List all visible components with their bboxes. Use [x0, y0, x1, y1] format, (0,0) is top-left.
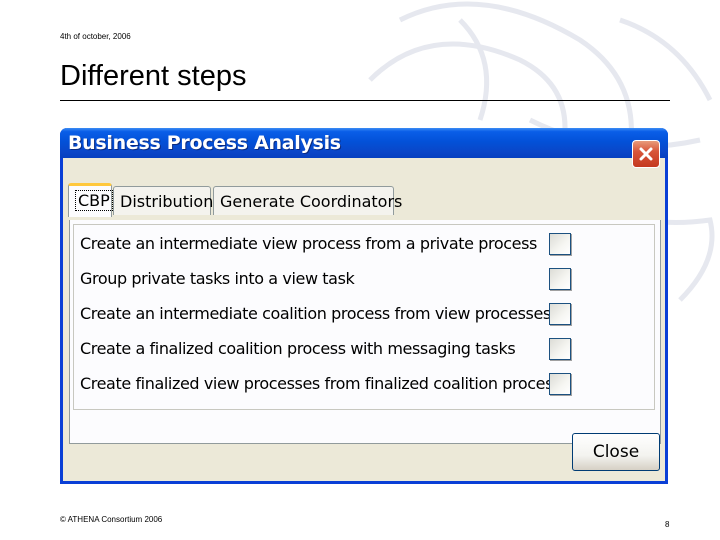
tab-label: Generate Coordinators: [220, 192, 403, 211]
option-label: Create a finalized coalition process wit…: [80, 339, 516, 358]
option-row: Create an intermediate view process from…: [80, 231, 640, 259]
tab-cbp[interactable]: CBP: [68, 183, 113, 217]
option-row: Create an intermediate coalition process…: [80, 301, 640, 329]
close-button[interactable]: Close: [572, 433, 660, 471]
option-label: Create finalized view processes from fin…: [80, 374, 561, 393]
option-label: Group private tasks into a view task: [80, 269, 355, 288]
options-group: Create an intermediate view process from…: [73, 224, 655, 410]
option-checkbox[interactable]: [549, 303, 571, 325]
page-number: 8: [665, 520, 670, 529]
option-label: Create an intermediate view process from…: [80, 234, 537, 253]
option-checkbox[interactable]: [549, 338, 571, 360]
dialog-content: CBP Distribution Generate Coordinators C…: [63, 158, 665, 481]
option-row: Create finalized view processes from fin…: [80, 371, 640, 399]
tab-distribution[interactable]: Distribution: [113, 186, 214, 215]
slide-title: Different steps: [60, 60, 247, 92]
dialog-title: Business Process Analysis: [68, 132, 341, 154]
option-row: Create a finalized coalition process wit…: [80, 336, 640, 364]
title-divider: [60, 100, 670, 101]
slide-date: 4th of october, 2006: [60, 32, 131, 41]
option-checkbox[interactable]: [549, 373, 571, 395]
tab-panel-cbp: Create an intermediate view process from…: [69, 220, 661, 444]
copyright-footer: © ATHENA Consortium 2006: [60, 515, 163, 524]
option-label: Create an intermediate coalition process…: [80, 304, 551, 323]
dialog-titlebar[interactable]: Business Process Analysis: [60, 128, 668, 168]
option-checkbox[interactable]: [549, 268, 571, 290]
option-row: Group private tasks into a view task: [80, 266, 640, 294]
tab-strip: CBP Distribution Generate Coordinators: [68, 183, 668, 217]
tab-label: Distribution: [120, 192, 214, 211]
tab-label: CBP: [75, 190, 113, 211]
business-process-analysis-dialog: Business Process Analysis CBP Distributi…: [60, 128, 668, 484]
tab-generate-coordinators[interactable]: Generate Coordinators: [213, 186, 402, 215]
option-checkbox[interactable]: [549, 233, 571, 255]
